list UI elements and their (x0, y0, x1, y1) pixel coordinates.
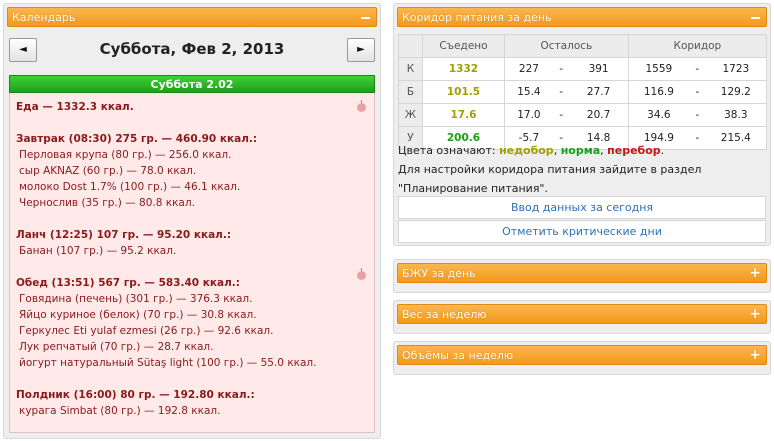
date-navigation: ◄ Суббота, Фев 2, 2013 ► (9, 38, 375, 64)
legend-norm: норма (560, 144, 601, 157)
left-max: 391 (569, 57, 629, 81)
apple-icon[interactable] (357, 268, 366, 280)
legend-under: недобор (499, 144, 554, 157)
day-entries: Еда — 1332.3 ккал. Завтрак (08:30) 275 гр… (9, 93, 375, 433)
expand-icon[interactable]: + (749, 305, 761, 324)
nutrition-corridor-panel: Коридор питания за день Съедено Осталось… (393, 3, 771, 246)
range-dash: - (689, 80, 706, 104)
food-item: Чернослив (35 гр.) — 80.8 ккал. (19, 197, 195, 209)
volumes-week-panel: Объёмы за неделю + (393, 341, 771, 375)
corridor-max: 215.4 (705, 126, 767, 150)
food-item: Геркулес Eti yulaf ezmesi (26 гр.) — 92.… (19, 325, 274, 337)
calendar-title: Календарь (12, 11, 76, 24)
col-left: Осталось (504, 34, 629, 58)
col-eaten: Съедено (421, 34, 506, 58)
day-total: Еда — 1332.3 ккал. (16, 101, 134, 113)
meal-heading: Ланч (12:25) 107 гр. — 95.20 ккал.: (16, 229, 232, 241)
corridor-max: 38.3 (705, 103, 767, 127)
meal-heading: Обед (13:51) 567 гр. — 583.40 ккал.: (16, 277, 240, 289)
weight-week-title: Вес за неделю (402, 308, 487, 321)
next-day-button[interactable]: ► (347, 38, 375, 62)
apple-icon[interactable] (357, 100, 366, 112)
corridor-max: 129.2 (705, 80, 767, 104)
left-min: 15.4 (504, 80, 553, 104)
meal-heading: Завтрак (08:30) 275 гр. — 460.90 ккал.: (16, 133, 258, 145)
corridor-header[interactable]: Коридор питания за день (397, 7, 767, 27)
expand-icon[interactable]: + (749, 346, 761, 365)
bju-day-panel: БЖУ за день + (393, 259, 771, 293)
range-dash: - (689, 103, 706, 127)
range-dash: - (552, 57, 570, 81)
food-item: Лук репчатый (70 гр.) — 28.7 ккал. (19, 341, 214, 353)
food-item: курага Simbat (80 гр.) — 192.8 ккал. (19, 405, 221, 417)
bju-day-header[interactable]: БЖУ за день + (397, 263, 767, 283)
row-label: Б (398, 80, 423, 104)
corridor-row: К 1332 227-391 1559-1723 (398, 57, 767, 81)
day-bar: Суббота 2.02 (9, 75, 375, 93)
legend-prefix: Цвета означают: (398, 144, 496, 157)
food-item: Яйцо куриное (белок) (70 гр.) — 30.8 кка… (19, 309, 257, 321)
left-min: 17.0 (504, 103, 553, 127)
range-dash: - (552, 80, 570, 104)
corridor-row: Ж 17.6 17.0-20.7 34.6-38.3 (398, 103, 767, 127)
prev-day-button[interactable]: ◄ (9, 38, 37, 62)
corridor-row: Б 101.5 15.4-27.7 116.9-129.2 (398, 80, 767, 104)
row-label: Ж (398, 103, 423, 127)
volumes-week-header[interactable]: Объёмы за неделю + (397, 345, 767, 365)
food-item: молоко Dost 1.7% (100 гр.) — 46.1 ккал. (19, 181, 241, 193)
legend-over: перебор (607, 144, 661, 157)
left-max: 27.7 (569, 80, 629, 104)
weight-week-panel: Вес за неделю + (393, 300, 771, 334)
corridor-table: Съедено Осталось Коридор К 1332 227-391 155… (398, 34, 768, 150)
col-corridor: Коридор (627, 34, 768, 58)
calendar-panel: Календарь ◄ Суббота, Фев 2, 2013 ► Суббо… (3, 3, 381, 439)
left-max: 20.7 (569, 103, 629, 127)
date-title: Суббота, Фев 2, 2013 (99, 40, 285, 58)
food-item: йогурт натуральный Sütaş light (100 гр.)… (19, 357, 317, 369)
meal-heading: Полдник (16:00) 80 гр. — 192.80 ккал.: (16, 389, 255, 401)
corridor-min: 116.9 (628, 80, 690, 104)
legend-sep: , (553, 144, 558, 157)
calendar-header[interactable]: Календарь (7, 7, 377, 27)
left-min: 227 (504, 57, 553, 81)
bju-day-title: БЖУ за день (402, 267, 476, 280)
settings-note: Для настройки коридора питания зайдите в… (398, 163, 702, 176)
range-dash: - (689, 57, 706, 81)
range-dash: - (689, 126, 706, 150)
corridor-min: 1559 (628, 57, 690, 81)
eaten-value: 17.6 (421, 103, 506, 127)
food-item: Перловая крупа (80 гр.) — 256.0 ккал. (19, 149, 232, 161)
weight-week-header[interactable]: Вес за неделю + (397, 304, 767, 324)
expand-icon[interactable]: + (749, 264, 761, 283)
collapse-icon[interactable] (361, 17, 370, 19)
enter-today-button[interactable]: Ввод данных за сегодня (398, 196, 766, 219)
collapse-icon[interactable] (751, 17, 760, 19)
legend-end: . (660, 144, 665, 157)
row-label: К (398, 57, 423, 81)
food-item: сыр AKNAZ (60 гр.) — 78.0 ккал. (19, 165, 197, 177)
corridor-max: 1723 (705, 57, 767, 81)
eaten-value: 101.5 (421, 80, 506, 104)
food-item: Говядина (печень) (301 гр.) — 376.3 ккал… (19, 293, 253, 305)
corridor-title: Коридор питания за день (402, 11, 552, 24)
legend-sep: , (600, 144, 604, 157)
corridor-min: 34.6 (628, 103, 690, 127)
range-dash: - (552, 103, 570, 127)
mark-critical-days-button[interactable]: Отметить критические дни (398, 220, 766, 243)
corner-cell (398, 34, 423, 58)
food-item: Банан (107 гр.) — 95.2 ккал. (19, 245, 177, 257)
eaten-value: 1332 (421, 57, 506, 81)
color-legend: Цвета означают: недобор, норма, перебор. (398, 141, 664, 160)
volumes-week-title: Объёмы за неделю (402, 349, 514, 362)
